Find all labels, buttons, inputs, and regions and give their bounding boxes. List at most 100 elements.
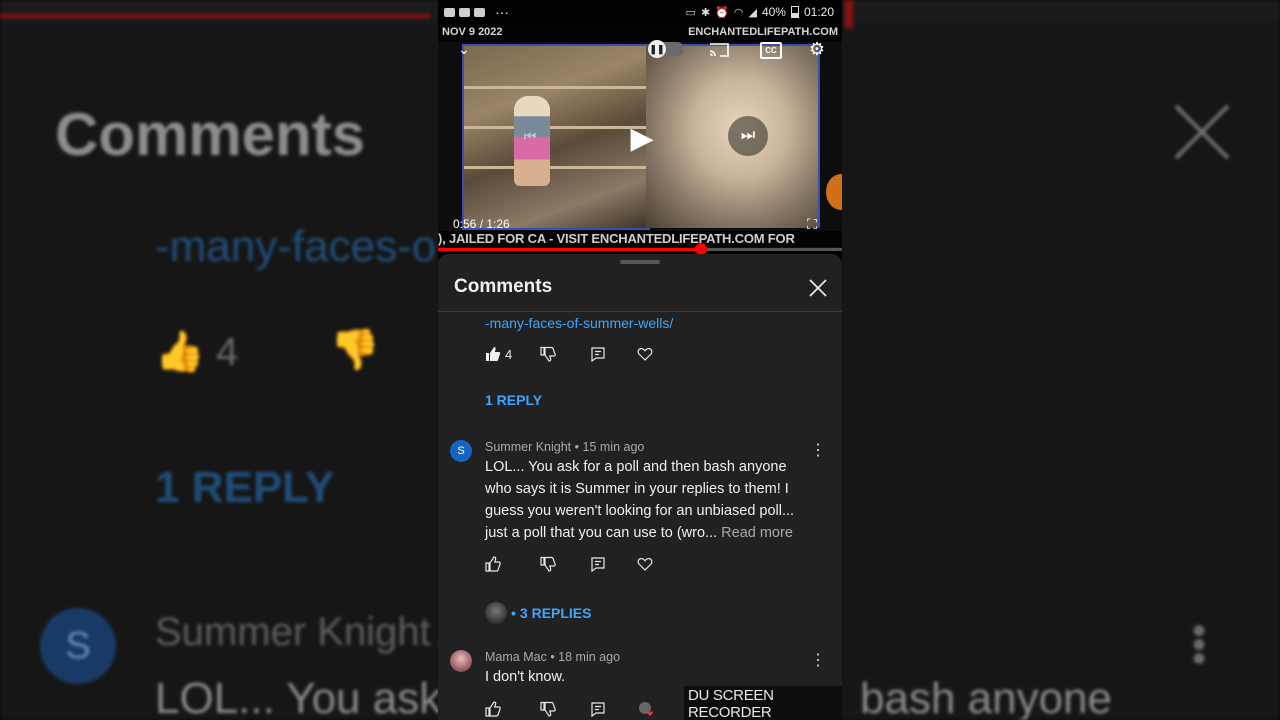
progress-fill (438, 248, 701, 251)
comment-body: LOL... You ask for a poll and then bash … (485, 456, 815, 544)
video-ticker-text: ), JAILED FOR CA - VISIT ENCHANTEDLIFEPA… (438, 231, 842, 247)
background-more-icon: • • • (1192, 609, 1207, 681)
minimize-chevron-icon[interactable]: ⌄ (454, 40, 474, 58)
video-site-overlay: ENCHANTEDLIFEPATH.COM (688, 26, 838, 38)
thumbs-up-filled-icon (486, 347, 501, 361)
battery-icon (790, 6, 799, 18)
like-count: 4 (505, 346, 513, 362)
thumbs-up-icon (485, 556, 501, 572)
cast-button[interactable] (708, 40, 730, 60)
bluetooth-icon: ✱ (700, 6, 711, 19)
cast-icon (709, 43, 729, 57)
like-button[interactable] (485, 556, 501, 572)
recorder-watermark: DU SCREEN RECORDER (684, 686, 842, 720)
like-button[interactable] (485, 701, 501, 717)
skip-previous-icon: ⏮ (523, 127, 537, 144)
fullscreen-icon: ⛶ (807, 215, 817, 232)
comment-body: I don't know. (485, 669, 566, 685)
video-frame-left (462, 44, 650, 230)
comment-line: who says it is Summer in your replies to… (485, 481, 789, 497)
creator-heart-icon (639, 702, 653, 716)
reply-avatar (485, 602, 507, 624)
youtube-icon-2 (474, 7, 485, 17)
dislike-button[interactable] (540, 346, 556, 362)
captions-icon: CC (760, 41, 782, 59)
comments-panel: Comments -many-faces-of-summer-wells/ 4 (438, 254, 842, 720)
captions-button[interactable]: CC (760, 40, 782, 60)
dislike-button[interactable] (540, 701, 556, 717)
comment-link[interactable]: -many-faces-of-summer-wells/ (485, 315, 673, 331)
comment-line-last: just a poll that you can use to (wro... … (485, 525, 793, 541)
comment-author[interactable]: Summer Knight (485, 440, 571, 454)
background-thumbs-down-icon: 👎 (330, 328, 380, 372)
play-button[interactable]: ▶ (624, 120, 660, 156)
background-link-text: -many-faces-o (155, 222, 437, 271)
youtube-icon (459, 7, 470, 17)
comment-author[interactable]: Mama Mac (485, 650, 547, 664)
background-thumbs-up-icon: 👍 (155, 330, 205, 374)
heart-icon (637, 557, 653, 571)
next-button[interactable]: ⏭ (728, 116, 768, 156)
reply-icon (591, 347, 605, 362)
panel-divider (438, 311, 842, 312)
video-progress-bar[interactable] (438, 243, 842, 255)
comment-meta: Mama Mac • 18 min ago (485, 650, 621, 664)
background-close-icon (1174, 104, 1230, 160)
skip-next-icon: ⏭ (740, 127, 756, 144)
reply-button[interactable] (590, 346, 606, 362)
status-left: ··· (444, 4, 509, 20)
clock: 01:20 (803, 5, 834, 19)
heart-icon (637, 347, 653, 361)
video-player[interactable]: NOV 9 2022 ENCHANTEDLIFEPATH.COM ⌄ ❚❚ CC… (438, 24, 842, 248)
reply-icon (591, 557, 605, 572)
background-reply-label: 1 REPLY (155, 463, 335, 512)
background-comments-title: Comments (55, 101, 366, 168)
time-current: 0:56 (453, 217, 477, 231)
background-like-count: 4 (215, 330, 239, 374)
settings-button[interactable]: ⚙ (806, 38, 828, 60)
pause-icon: ❚❚ (648, 40, 666, 58)
gear-icon: ⚙ (808, 38, 826, 59)
read-more-link[interactable]: Read more (721, 525, 793, 541)
video-call-icon (444, 7, 455, 17)
thumbs-up-icon (485, 701, 501, 717)
background-like: 👍 4 (155, 328, 238, 375)
status-right: ▭ ✱ ⏰ ◠ ◢ 40% 01:20 (686, 5, 834, 19)
avatar[interactable]: S (450, 440, 472, 462)
thumbs-down-icon (540, 346, 556, 362)
heart-button[interactable] (637, 556, 653, 572)
avatar[interactable] (450, 650, 472, 672)
close-icon (809, 279, 827, 297)
autoplay-toggle[interactable]: ❚❚ (648, 40, 684, 58)
comments-title: Comments (454, 276, 553, 297)
reply-icon (591, 702, 605, 717)
background-avatar: S (40, 608, 116, 684)
comment-time: 15 min ago (582, 440, 645, 454)
background-author-name: Summer Knight (155, 610, 431, 654)
time-total: 1:26 (486, 217, 510, 231)
reply-button[interactable] (590, 701, 606, 717)
view-replies-link[interactable]: • 3 REPLIES (485, 602, 592, 624)
signal-icon: ◢ (748, 6, 757, 19)
drag-handle[interactable] (620, 260, 660, 264)
dislike-button[interactable] (540, 556, 556, 572)
more-notifications-icon: ··· (495, 4, 509, 20)
previous-button[interactable]: ⏮ (518, 124, 542, 148)
like-button[interactable]: 4 (485, 346, 512, 362)
close-button[interactable] (804, 274, 832, 302)
creator-heart-badge (637, 701, 655, 717)
video-overlay-blob (826, 174, 842, 210)
comment-line: guess you weren't looking for an unbiase… (485, 503, 795, 519)
phone-screen: ··· ▭ ✱ ⏰ ◠ ◢ 40% 01:20 NOV 9 2022 ENCHA… (438, 0, 842, 720)
comment-time: 18 min ago (558, 650, 621, 664)
background-comment-start: LOL... You ask (155, 674, 442, 720)
status-bar: ··· ▭ ✱ ⏰ ◠ ◢ 40% 01:20 (438, 0, 842, 24)
heart-button[interactable] (637, 346, 653, 362)
view-replies-link[interactable]: 1 REPLY (485, 392, 542, 408)
thumbs-down-icon (540, 556, 556, 572)
reply-button[interactable] (590, 556, 606, 572)
video-date-overlay: NOV 9 2022 (442, 26, 503, 38)
alarm-icon: ⏰ (715, 6, 729, 19)
wifi-icon: ◠ (733, 6, 744, 19)
comment-meta: Summer Knight • 15 min ago (485, 440, 645, 454)
